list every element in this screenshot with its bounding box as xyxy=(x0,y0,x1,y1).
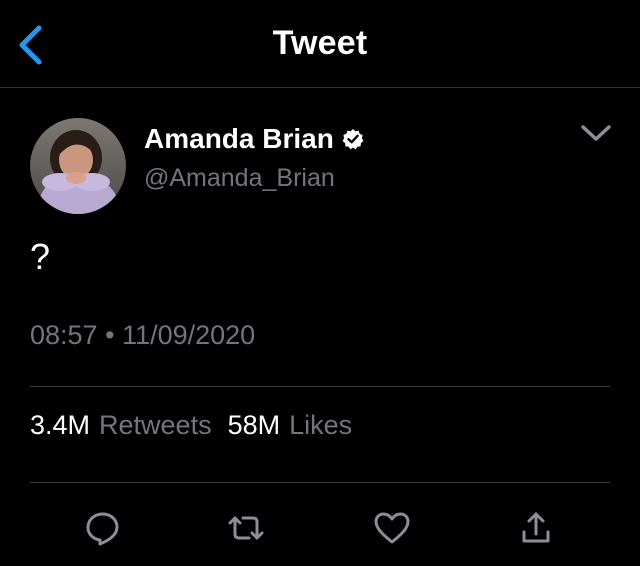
divider-bottom xyxy=(30,482,610,483)
likes-stat[interactable]: 58M Likes xyxy=(228,410,353,441)
retweet-icon xyxy=(228,516,264,540)
retweets-stat[interactable]: 3.4M Retweets xyxy=(30,410,212,441)
reply-icon xyxy=(86,512,119,546)
tweet-time: 08:57 xyxy=(30,320,98,350)
like-icon xyxy=(374,512,410,544)
like-button[interactable] xyxy=(372,508,412,548)
author-handle[interactable]: @Amanda_Brian xyxy=(144,164,335,193)
top-bar: Tweet xyxy=(0,0,640,88)
more-options-button[interactable] xyxy=(576,118,616,150)
author-row: Amanda Brian xyxy=(144,122,364,156)
retweets-count: 3.4M xyxy=(30,410,91,440)
retweets-label: Retweets xyxy=(99,410,212,440)
verified-badge-icon xyxy=(342,129,364,150)
chevron-down-icon xyxy=(581,125,611,141)
tweet-text: ? xyxy=(30,236,51,277)
likes-count: 58M xyxy=(227,410,281,440)
tweet-timestamp: 08:57 • 11/09/2020 xyxy=(30,320,255,351)
tweet-date: 11/09/2020 xyxy=(122,320,256,350)
share-icon xyxy=(522,512,550,543)
author-display-name[interactable]: Amanda Brian xyxy=(144,123,334,155)
page-title: Tweet xyxy=(272,24,368,62)
share-button[interactable] xyxy=(516,508,556,548)
profile-photo xyxy=(30,118,126,214)
reply-button[interactable] xyxy=(83,508,123,548)
timestamp-separator: • xyxy=(105,320,115,350)
likes-label: Likes xyxy=(289,410,353,440)
avatar[interactable] xyxy=(30,118,126,214)
tweet-stats: 3.4M Retweets 58M Likes xyxy=(30,410,352,441)
retweet-button[interactable] xyxy=(226,508,266,548)
divider-top xyxy=(30,386,610,387)
